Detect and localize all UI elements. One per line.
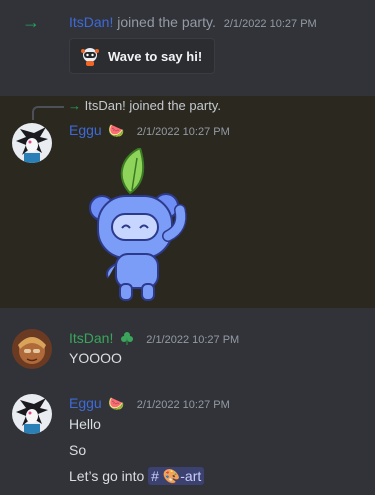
wumpus-sticker[interactable] xyxy=(80,146,190,303)
message-timestamp: 2/1/2022 10:27 PM xyxy=(136,399,230,411)
wumpus-wave-icon xyxy=(80,46,100,66)
message-text: Hello xyxy=(69,416,101,432)
message-header: ItsDan! 2/1/2022 10:27 PM xyxy=(69,330,239,348)
reply-preview[interactable]: → ItsDan! joined the party. xyxy=(68,98,221,114)
avatar[interactable] xyxy=(12,329,52,369)
message-text: YOOOO xyxy=(69,350,122,366)
watermelon-emoji-icon: 🍉 xyxy=(108,123,125,138)
channel-mention[interactable]: # 🎨-art xyxy=(148,467,205,485)
channel-name: -art xyxy=(180,468,202,484)
message-text: So xyxy=(69,442,87,458)
join-arrow-icon: → xyxy=(22,12,40,32)
clover-emoji-icon xyxy=(120,331,134,345)
system-message: ItsDan! joined the party. 2/1/2022 10:27… xyxy=(69,13,317,33)
message-text-prefix: Let’s go into xyxy=(69,468,149,484)
system-text: joined the party. xyxy=(113,14,216,30)
wave-button-label: Wave to say hi! xyxy=(108,48,203,64)
avatar[interactable] xyxy=(12,123,52,163)
avatar[interactable] xyxy=(12,394,52,434)
reply-preview-text: ItsDan! joined the party. xyxy=(81,98,221,113)
watermelon-emoji-icon: 🍉 xyxy=(108,396,125,411)
system-username[interactable]: ItsDan! xyxy=(69,14,113,30)
message-username[interactable]: Eggu xyxy=(69,395,102,411)
channel-hash-icon: # xyxy=(151,468,159,484)
message-username[interactable]: Eggu xyxy=(69,122,102,138)
message-header: Eggu 🍉 2/1/2022 10:27 PM xyxy=(69,395,230,413)
message-timestamp: 2/1/2022 10:27 PM xyxy=(146,334,240,346)
system-timestamp: 2/1/2022 10:27 PM xyxy=(223,18,317,30)
message-header: Eggu 🍉 2/1/2022 10:27 PM xyxy=(69,122,230,140)
reply-connector xyxy=(32,106,64,120)
palette-emoji-icon: 🎨 xyxy=(162,468,181,484)
reply-arrow-icon: → xyxy=(68,98,81,113)
message-timestamp: 2/1/2022 10:27 PM xyxy=(136,126,230,138)
message-text: Let’s go into # 🎨-art xyxy=(69,466,205,486)
message-username[interactable]: ItsDan! xyxy=(69,330,113,346)
wave-button[interactable]: Wave to say hi! xyxy=(69,38,215,74)
